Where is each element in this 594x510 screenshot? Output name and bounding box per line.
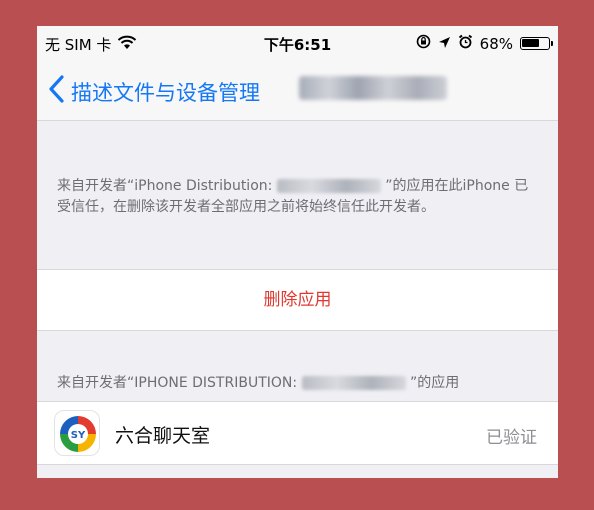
redacted-developer-name (276, 179, 381, 193)
app-verified-status: 已验证 (486, 428, 537, 448)
battery-percent: 68% (479, 34, 513, 53)
lock-rotation-icon (416, 34, 431, 53)
trust-description: 来自开发者“iPhone Distribution: ”的应用在此iPhone … (57, 176, 542, 218)
background-frame: 无 SIM 卡 下午6:51 68% 描述文件与设备管理 来自开发者“iPhon… (0, 0, 594, 510)
phone-screen: 无 SIM 卡 下午6:51 68% 描述文件与设备管理 来自开发者“iPhon… (37, 26, 558, 478)
back-button-title[interactable]: 描述文件与设备管理 (71, 77, 260, 107)
svg-text:SY: SY (71, 430, 86, 441)
delete-apps-button[interactable]: 删除应用 (37, 269, 558, 331)
location-arrow-icon (438, 35, 451, 53)
navigation-bar: 描述文件与设备管理 (37, 60, 558, 121)
battery-icon (520, 37, 553, 50)
battery-level (522, 39, 539, 47)
app-list-item[interactable]: SY 六合聊天室 已验证 (37, 401, 558, 465)
trust-text-prefix: 来自开发者“iPhone Distribution: (57, 178, 273, 194)
redacted-profile-name (299, 76, 447, 100)
status-bar: 无 SIM 卡 下午6:51 68% (37, 26, 558, 60)
apps-header-prefix: 来自开发者“IPHONE DISTRIBUTION: (57, 375, 298, 391)
chevron-left-icon[interactable] (47, 74, 67, 104)
apps-header-suffix: ”的应用 (410, 375, 460, 391)
app-logo-icon: SY (54, 410, 100, 456)
apps-section-header: 来自开发者“IPHONE DISTRIBUTION: ”的应用 (57, 372, 459, 392)
trust-text-suffix: ”的应用在此 (385, 178, 463, 194)
status-right: 68% (416, 34, 553, 53)
app-name: 六合聊天室 (115, 425, 211, 447)
alarm-icon (458, 34, 473, 53)
redacted-developer-name-upper (301, 376, 406, 390)
